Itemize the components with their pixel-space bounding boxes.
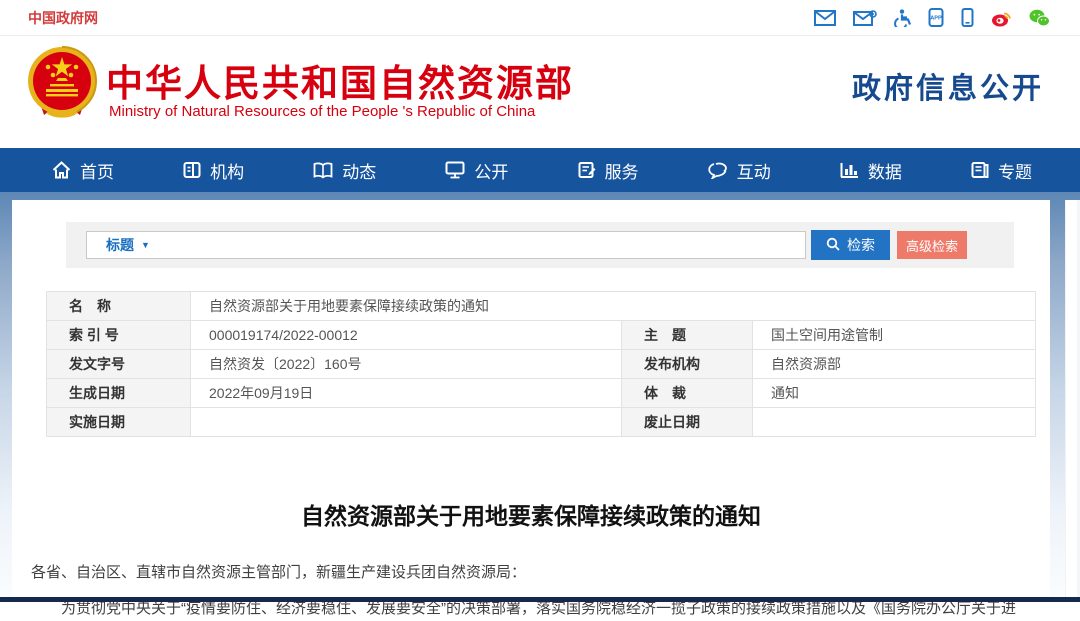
nav-item-interaction[interactable]: 互动 — [708, 158, 771, 183]
table-row: 生成日期 2022年09月19日 体 裁 通知 — [47, 379, 1036, 408]
data-icon — [840, 162, 859, 179]
home-icon — [52, 161, 71, 179]
document-meta-table: 名 称 自然资源部关于用地要素保障接续政策的通知 索 引 号 000019174… — [46, 291, 1036, 437]
meta-label-subject: 主 题 — [622, 321, 753, 350]
meta-value-name: 自然资源部关于用地要素保障接续政策的通知 — [191, 292, 1036, 321]
news-icon — [313, 162, 333, 179]
meta-label-genre: 体 裁 — [622, 379, 753, 408]
wechat-icon[interactable] — [1029, 9, 1050, 27]
mobile-icon[interactable] — [961, 8, 974, 27]
gov-portal-link[interactable]: 中国政府网 — [28, 8, 98, 28]
main-navigation: 首页 机构 动态 公开 服务 互动 数据 专题 — [0, 148, 1080, 192]
meta-label-date: 生成日期 — [47, 379, 191, 408]
accessibility-icon[interactable] — [894, 9, 911, 27]
meta-label-effective: 实施日期 — [47, 408, 191, 437]
document-salutation: 各省、自治区、直辖市自然资源主管部门，新疆生产建设兵团自然资源局： — [31, 561, 1028, 584]
search-field-selector[interactable]: 标题 ▼ — [106, 235, 150, 255]
search-band: 标题 ▼ 检索 高级检索 — [66, 222, 1014, 268]
nav-item-topics[interactable]: 专题 — [971, 158, 1032, 183]
field-selector-value: 标题 — [106, 235, 134, 255]
national-emblem-icon — [26, 45, 98, 132]
meta-label-index: 索 引 号 — [47, 321, 191, 350]
table-row: 索 引 号 000019174/2022-00012 主 题 国土空间用途管制 — [47, 321, 1036, 350]
nav-label: 数据 — [868, 158, 902, 183]
app-icon[interactable]: APP — [928, 8, 944, 27]
nav-label: 公开 — [474, 158, 508, 183]
topics-icon — [971, 161, 989, 179]
meta-value-genre: 通知 — [753, 379, 1036, 408]
meta-value-agency: 自然资源部 — [753, 350, 1036, 379]
interaction-icon — [708, 161, 728, 179]
search-button-label: 检索 — [847, 235, 875, 255]
nav-item-news[interactable]: 动态 — [313, 158, 376, 183]
section-title: 政府信息公开 — [852, 65, 1044, 107]
meta-value-effective — [191, 408, 622, 437]
nav-item-service[interactable]: 服务 — [578, 158, 639, 183]
document-body: 各省、自治区、直辖市自然资源主管部门，新疆生产建设兵团自然资源局： 为贯彻党中央… — [31, 561, 1028, 621]
table-row: 发文字号 自然资发〔2022〕160号 发布机构 自然资源部 — [47, 350, 1036, 379]
meta-value-repeal — [753, 408, 1036, 437]
nav-item-organization[interactable]: 机构 — [183, 158, 244, 183]
mail-subscribe-icon[interactable] — [853, 10, 877, 26]
svg-text:APP: APP — [930, 16, 942, 22]
nav-label: 机构 — [210, 158, 244, 183]
footer-top-edge — [0, 597, 1080, 602]
disclosure-icon — [445, 161, 465, 179]
search-button[interactable]: 检索 — [811, 230, 890, 260]
site-header: 中华人民共和国自然资源部 Ministry of Natural Resourc… — [0, 37, 1080, 148]
content-card: 标题 ▼ 检索 高级检索 名 称 自然资源部关于用地要素保障接续政策的通知 索 … — [12, 200, 1050, 603]
nav-item-home[interactable]: 首页 — [52, 158, 114, 183]
vertical-scrollbar[interactable] — [1065, 200, 1080, 602]
nav-label: 互动 — [737, 158, 771, 183]
nav-label: 首页 — [80, 158, 114, 183]
site-logo-link[interactable] — [26, 45, 98, 132]
nav-item-disclosure[interactable]: 公开 — [445, 158, 508, 183]
meta-value-docnumber: 自然资发〔2022〕160号 — [191, 350, 622, 379]
nav-item-data[interactable]: 数据 — [840, 158, 902, 183]
document-title: 自然资源部关于用地要素保障接续政策的通知 — [12, 497, 1050, 531]
meta-label-repeal: 废止日期 — [622, 408, 753, 437]
meta-value-date: 2022年09月19日 — [191, 379, 622, 408]
meta-label-agency: 发布机构 — [622, 350, 753, 379]
weibo-icon[interactable] — [991, 9, 1012, 27]
organization-icon — [183, 161, 201, 179]
page-background: 标题 ▼ 检索 高级检索 名 称 自然资源部关于用地要素保障接续政策的通知 索 … — [0, 192, 1080, 602]
search-icon — [826, 237, 840, 254]
meta-value-index: 000019174/2022-00012 — [191, 321, 622, 350]
meta-label-name: 名 称 — [47, 292, 191, 321]
table-row: 名 称 自然资源部关于用地要素保障接续政策的通知 — [47, 292, 1036, 321]
nav-label: 专题 — [998, 158, 1032, 183]
nav-label: 动态 — [342, 158, 376, 183]
site-subtitle: Ministry of Natural Resources of the Peo… — [109, 103, 535, 120]
search-input[interactable]: 标题 ▼ — [86, 231, 806, 259]
table-row: 实施日期 废止日期 — [47, 408, 1036, 437]
meta-value-subject: 国土空间用途管制 — [753, 321, 1036, 350]
site-title: 中华人民共和国自然资源部 — [106, 53, 574, 107]
chevron-down-icon: ▼ — [141, 240, 150, 250]
topbar-icon-group: APP — [814, 8, 1050, 27]
nav-label: 服务 — [605, 158, 639, 183]
mail-icon[interactable] — [814, 10, 836, 26]
meta-label-docnumber: 发文字号 — [47, 350, 191, 379]
advanced-search-button[interactable]: 高级检索 — [897, 231, 967, 259]
service-icon — [578, 161, 596, 179]
top-utility-bar: 中国政府网 APP — [0, 0, 1080, 36]
